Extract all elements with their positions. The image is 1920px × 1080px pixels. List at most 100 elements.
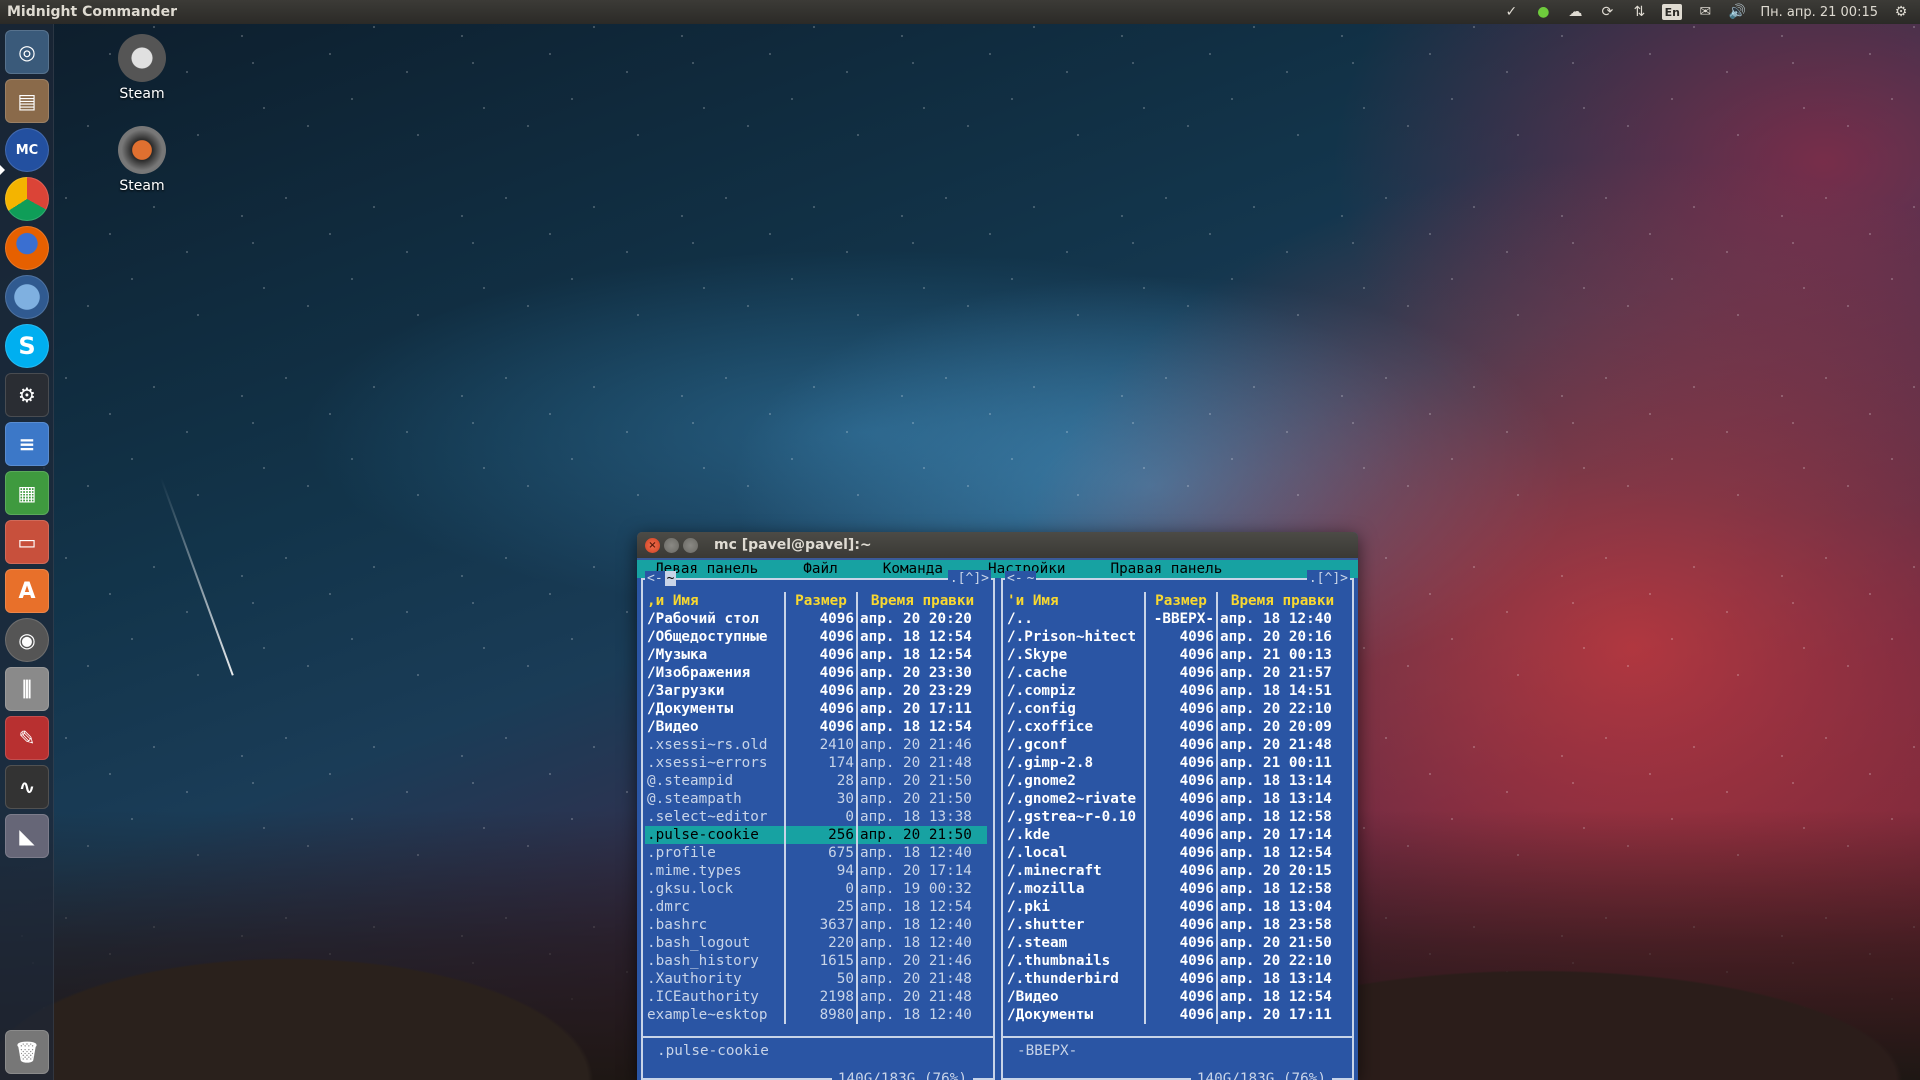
file-row[interactable]: /.steam 4096 апр. 20 21:50	[1005, 934, 1347, 952]
file-row[interactable]: /.compiz 4096 апр. 18 14:51	[1005, 682, 1347, 700]
file-row[interactable]: /.cache 4096 апр. 20 21:57	[1005, 664, 1347, 682]
file-row[interactable]: .profile 675 апр. 18 12:40	[645, 844, 987, 862]
file-row[interactable]: /Видео 4096 апр. 18 12:54	[645, 718, 987, 736]
mail-icon[interactable]: ✉	[1696, 3, 1714, 21]
file-row[interactable]: @.steampid 28 апр. 20 21:50	[645, 772, 987, 790]
file-row[interactable]: .bashrc 3637 апр. 18 12:40	[645, 916, 987, 934]
file-row[interactable]: /.Skype 4096 апр. 21 00:13	[1005, 646, 1347, 664]
file-row[interactable]: .pulse-cookie 256 апр. 20 21:50	[645, 826, 987, 844]
column-header-size[interactable]: Размер	[1145, 592, 1218, 610]
column-header-time[interactable]: Время правки	[1217, 592, 1347, 610]
file-row[interactable]: .bash_history 1615 апр. 20 21:46	[645, 952, 987, 970]
sync-tray-icon[interactable]: ⟳	[1598, 3, 1616, 21]
left-panel[interactable]: <- ~ .[^]> ,и Имя Размер Время правки /Ра…	[641, 570, 995, 1080]
file-row[interactable]: /Документы 4096 апр. 20 17:11	[1005, 1006, 1347, 1024]
file-row[interactable]: .ICEauthority 2198 апр. 20 21:48	[645, 988, 987, 1006]
clock[interactable]: Пн. апр. 21 00:15	[1760, 5, 1878, 20]
cloud-tray-icon[interactable]: ☁	[1566, 3, 1584, 21]
file-row[interactable]: /.gnome2~rivate 4096 апр. 18 13:14	[1005, 790, 1347, 808]
close-icon[interactable]: ×	[645, 537, 660, 553]
desktop-steam-shortcut-2[interactable]: Steam	[97, 126, 187, 194]
file-row[interactable]: /.local 4096 апр. 18 12:54	[1005, 844, 1347, 862]
steam-icon[interactable]: ⚙	[5, 373, 49, 417]
desktop-steam-shortcut[interactable]: Steam	[97, 34, 187, 102]
file-row[interactable]: /Документы 4096 апр. 20 17:11	[645, 700, 987, 718]
dash-home-icon[interactable]: ◎	[5, 30, 49, 74]
window-titlebar[interactable]: × mc [pavel@pavel]:~	[637, 532, 1358, 558]
steam-icon	[118, 126, 166, 174]
file-row[interactable]: /.Prison~hitect 4096 апр. 20 20:16	[1005, 628, 1347, 646]
left-panel-path[interactable]: ~	[664, 571, 677, 586]
file-row[interactable]: @.steampath 30 апр. 20 21:50	[645, 790, 987, 808]
column-header-name[interactable]: ,и Имя	[645, 592, 786, 610]
file-row[interactable]: example~esktop 8980 апр. 18 12:40	[645, 1006, 987, 1024]
file-row[interactable]: .xsessi~rs.old 2410 апр. 20 21:46	[645, 736, 987, 754]
file-row[interactable]: .mime.types 94 апр. 20 17:14	[645, 862, 987, 880]
left-panel-controls[interactable]: .[^]>	[947, 570, 991, 588]
firefox-icon[interactable]	[5, 226, 49, 270]
shield-tray-icon[interactable]: ●	[1534, 3, 1552, 21]
right-panel-controls[interactable]: .[^]>	[1306, 570, 1350, 588]
file-time: апр. 20 17:14	[1220, 827, 1332, 843]
file-row[interactable]: .dmrc 25 апр. 18 12:54	[645, 898, 987, 916]
thunderbird-icon[interactable]	[5, 275, 49, 319]
settings-icon[interactable]: ⫼	[5, 667, 49, 711]
column-header-time[interactable]: Время правки	[857, 592, 987, 610]
libreoffice-impress-icon[interactable]: ▭	[5, 520, 49, 564]
file-row[interactable]: /.gstrea~r-0.10 4096 апр. 18 12:58	[1005, 808, 1347, 826]
file-row[interactable]: /.minecraft 4096 апр. 20 20:15	[1005, 862, 1347, 880]
file-row[interactable]: /.thunderbird 4096 апр. 18 13:14	[1005, 970, 1347, 988]
file-row[interactable]: /.mozilla 4096 апр. 18 12:58	[1005, 880, 1347, 898]
chrome-icon[interactable]	[5, 177, 49, 221]
steam-tray-icon[interactable]: ✓	[1502, 3, 1520, 21]
column-header-size[interactable]: Размер	[785, 592, 858, 610]
tools-icon[interactable]: ✎	[5, 716, 49, 760]
file-row[interactable]: /Изображения 4096 апр. 20 23:30	[645, 664, 987, 682]
midnight-commander-icon[interactable]: MC	[5, 128, 49, 172]
right-panel-path[interactable]: ~	[1024, 571, 1037, 586]
file-row[interactable]: /.thumbnails 4096 апр. 20 22:10	[1005, 952, 1347, 970]
shutter-icon[interactable]: ◣	[5, 814, 49, 858]
file-row[interactable]: /Музыка 4096 апр. 18 12:54	[645, 646, 987, 664]
trash-icon[interactable]: 🗑	[5, 1030, 49, 1074]
file-time: апр. 18 12:58	[1220, 881, 1332, 897]
file-time: апр. 20 20:09	[1220, 719, 1332, 735]
file-row[interactable]: /.pki 4096 апр. 18 13:04	[1005, 898, 1347, 916]
file-row[interactable]: /.. -ВВЕРХ-апр. 18 12:40	[1005, 610, 1347, 628]
file-size: 4096	[1145, 808, 1218, 826]
system-monitor-icon[interactable]: ∿	[5, 765, 49, 809]
file-row[interactable]: /.kde 4096 апр. 20 17:14	[1005, 826, 1347, 844]
file-row[interactable]: /.gconf 4096 апр. 20 21:48	[1005, 736, 1347, 754]
minimize-icon[interactable]	[664, 537, 679, 553]
file-row[interactable]: /Общедоступные 4096 апр. 18 12:54	[645, 628, 987, 646]
disk-icon[interactable]: ◉	[5, 618, 49, 662]
volume-icon[interactable]: 🔊	[1728, 3, 1746, 21]
file-row[interactable]: /Рабочий стол 4096 апр. 20 20:20	[645, 610, 987, 628]
file-row[interactable]: /.shutter 4096 апр. 18 23:58	[1005, 916, 1347, 934]
file-row[interactable]: /.config 4096 апр. 20 22:10	[1005, 700, 1347, 718]
files-icon[interactable]: ▤	[5, 79, 49, 123]
file-row[interactable]: .xsessi~errors 174 апр. 20 21:48	[645, 754, 987, 772]
file-row[interactable]: .Xauthority 50 апр. 20 21:48	[645, 970, 987, 988]
file-time: апр. 18 12:54	[1220, 989, 1332, 1005]
maximize-icon[interactable]	[683, 537, 698, 553]
software-center-icon[interactable]: A	[5, 569, 49, 613]
libreoffice-writer-icon[interactable]: ≡	[5, 422, 49, 466]
file-row[interactable]: .select~editor 0 апр. 18 13:38	[645, 808, 987, 826]
terminal-window[interactable]: × mc [pavel@pavel]:~ Левая панель Файл К…	[637, 532, 1358, 1080]
network-icon[interactable]: ⇅	[1630, 3, 1648, 21]
file-row[interactable]: /Видео 4096 апр. 18 12:54	[1005, 988, 1347, 1006]
gear-icon[interactable]: ⚙	[1892, 3, 1910, 21]
skype-icon[interactable]: S	[5, 324, 49, 368]
file-row[interactable]: /.gimp-2.8 4096 апр. 21 00:11	[1005, 754, 1347, 772]
lang-icon[interactable]: En	[1662, 4, 1683, 20]
file-time: апр. 18 12:58	[1220, 809, 1332, 825]
file-row[interactable]: /.gnome2 4096 апр. 18 13:14	[1005, 772, 1347, 790]
right-panel[interactable]: <- ~ .[^]> 'и Имя Размер Время правки /..…	[1001, 570, 1354, 1080]
file-row[interactable]: /Загрузки 4096 апр. 20 23:29	[645, 682, 987, 700]
file-row[interactable]: /.cxoffice 4096 апр. 20 20:09	[1005, 718, 1347, 736]
file-row[interactable]: .bash_logout 220 апр. 18 12:40	[645, 934, 987, 952]
column-header-name[interactable]: 'и Имя	[1005, 592, 1146, 610]
file-row[interactable]: .gksu.lock 0 апр. 19 00:32	[645, 880, 987, 898]
libreoffice-calc-icon[interactable]: ▦	[5, 471, 49, 515]
